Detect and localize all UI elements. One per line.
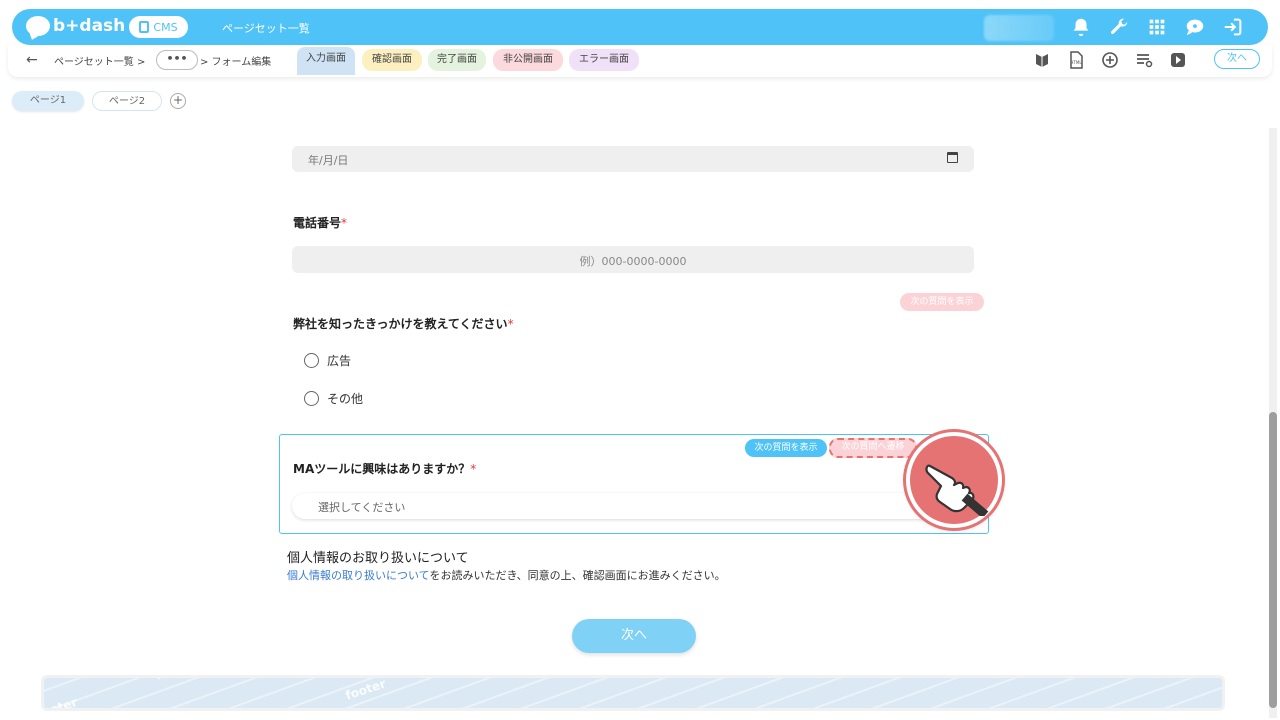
date-placeholder: 年/月/日 xyxy=(308,154,349,167)
page-tab-1[interactable]: ページ1 xyxy=(12,91,84,111)
bdash-logo[interactable]: b+dash xyxy=(26,16,125,36)
scrollbar-thumb[interactable] xyxy=(1269,412,1277,708)
required-mark: * xyxy=(341,216,348,230)
cms-label: CMS xyxy=(153,20,178,34)
required-mark: * xyxy=(507,317,514,331)
phone-placeholder: 例）000-0000-0000 xyxy=(579,255,687,268)
footer-watermark-row: footer footer footer footer footer foote… xyxy=(44,678,983,708)
tab-confirm-screen[interactable]: 確認画面 xyxy=(362,49,422,71)
show-next-question-tag[interactable]: 次の質問を表示 xyxy=(900,293,984,311)
radio-label: 広告 xyxy=(327,354,352,368)
breadcrumb-pageset-list[interactable]: ページセット一覧 > xyxy=(54,53,145,68)
footer-word: footer xyxy=(154,678,198,683)
privacy-policy-link[interactable]: 個人情報の取り扱いについて xyxy=(287,569,429,582)
radio-label: その他 xyxy=(327,392,364,406)
pointing-hand-icon xyxy=(925,464,989,516)
logo-bubble-icon xyxy=(26,16,50,36)
referral-label: 弊社を知ったきっかけを教えてください* xyxy=(293,317,514,331)
footer-watermark-row: footer footer footer footer footer foote… xyxy=(224,678,1055,708)
ma-tool-label: MAツールに興味はありますか？* xyxy=(293,462,477,476)
footer-word: footer xyxy=(44,695,79,708)
bell-icon[interactable] xyxy=(1070,16,1092,38)
date-input[interactable]: 年/月/日 xyxy=(292,146,974,172)
document-icon xyxy=(139,21,150,33)
radio-option-ad[interactable]: 広告 xyxy=(304,352,351,369)
phone-label: 電話番号* xyxy=(293,216,348,230)
list-settings-icon[interactable] xyxy=(1134,50,1154,70)
goto-next-question-tag[interactable]: 次の質問へ遷移 xyxy=(829,438,917,458)
next-button[interactable]: 次へ xyxy=(572,619,696,653)
calendar-icon[interactable] xyxy=(947,152,958,163)
privacy-text: 個人情報の取り扱いについてをお読みいただき、同意の上、確認画面にお進みください。 xyxy=(287,569,726,582)
add-circle-icon[interactable] xyxy=(1100,50,1120,70)
page-tab-2[interactable]: ページ2 xyxy=(92,91,162,111)
user-info-blurred xyxy=(984,15,1054,41)
logout-icon[interactable] xyxy=(1222,16,1244,38)
breadcrumb-more-button[interactable]: ••• xyxy=(156,50,198,70)
required-mark: * xyxy=(470,462,477,476)
top-header: b+dash CMS ページセット一覧 xyxy=(12,9,1268,45)
svg-text:HTML: HTML xyxy=(1070,60,1082,65)
breadcrumb-bar: ← ページセット一覧 > ••• > フォーム編集 入力画面 確認画面 完了画面… xyxy=(8,45,1272,77)
tab-private-screen[interactable]: 非公開画面 xyxy=(493,49,563,71)
play-icon[interactable] xyxy=(1168,50,1188,70)
header-title[interactable]: ページセット一覧 xyxy=(222,20,310,36)
add-page-button[interactable]: + xyxy=(170,93,186,109)
footer-word: footer xyxy=(343,678,388,703)
cms-button[interactable]: CMS xyxy=(129,16,188,38)
pointer-hand-indicator xyxy=(906,432,1002,528)
wrench-icon[interactable] xyxy=(1108,16,1130,38)
html-file-icon[interactable]: HTML xyxy=(1066,50,1086,70)
select-placeholder: 選択してください xyxy=(318,501,406,514)
radio-button[interactable] xyxy=(304,353,319,368)
radio-option-other[interactable]: その他 xyxy=(304,390,363,407)
privacy-title: 個人情報のお取り扱いについて xyxy=(287,551,469,566)
header-icons xyxy=(1070,16,1244,38)
tab-input-screen[interactable]: 入力画面 xyxy=(297,47,355,75)
back-arrow-icon[interactable]: ← xyxy=(26,52,38,68)
show-next-question-tag-active[interactable]: 次の質問を表示 xyxy=(745,439,827,457)
toolbar-icons: HTML xyxy=(1032,50,1188,70)
tab-complete-screen[interactable]: 完了画面 xyxy=(428,49,486,71)
ma-tool-select[interactable]: 選択してください xyxy=(292,493,974,519)
next-button-top[interactable]: 次へ xyxy=(1214,49,1260,69)
beginner-mark-icon[interactable] xyxy=(1032,50,1052,70)
grid-icon[interactable] xyxy=(1146,16,1168,38)
radio-button[interactable] xyxy=(304,391,319,406)
logo-text: b+dash xyxy=(53,16,126,36)
breadcrumb-form-edit: > フォーム編集 xyxy=(200,57,272,68)
tab-error-screen[interactable]: エラー画面 xyxy=(569,49,639,71)
footer-placeholder: footer footer footer footer footer foote… xyxy=(44,678,1222,708)
phone-input[interactable]: 例）000-0000-0000 xyxy=(292,246,974,273)
chat-icon[interactable] xyxy=(1184,16,1206,38)
